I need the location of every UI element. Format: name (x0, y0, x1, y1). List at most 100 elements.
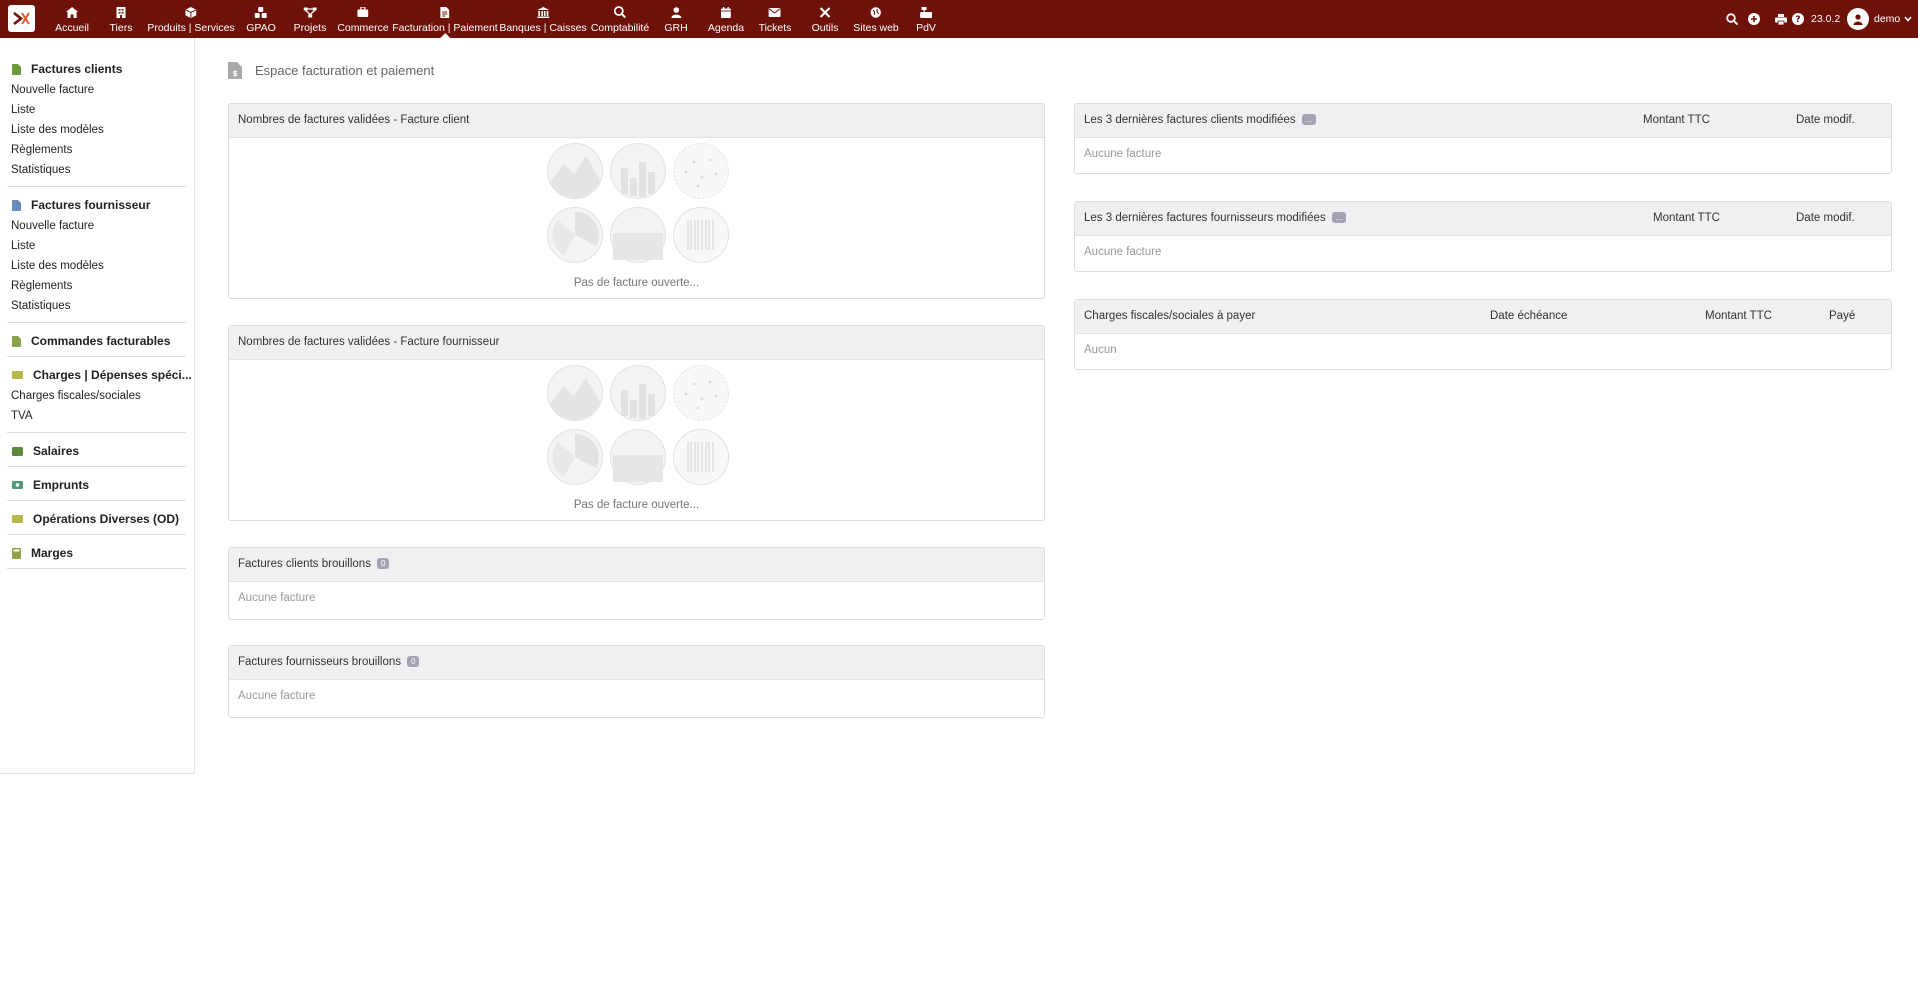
nav-gpao[interactable]: GPAO (246, 0, 276, 38)
nav-pos[interactable]: PdV (916, 0, 936, 38)
quick-add-button[interactable] (1748, 0, 1760, 38)
page-title: Espace facturation et paiement (255, 63, 435, 78)
sidebar-section-salaries[interactable]: Salaires (12, 444, 79, 458)
nav-agenda[interactable]: Agenda (708, 0, 744, 38)
ticket-icon (769, 7, 781, 17)
nav-home[interactable]: Accueil (55, 0, 89, 38)
invoice-dollar-icon: $ (228, 62, 242, 79)
sidebar-section-special-expenses[interactable]: Charges | Dépenses spéci... (12, 368, 192, 382)
sidebar-item-vat[interactable]: TVA (11, 410, 33, 422)
nav-label: Facturation | Paiement (392, 22, 498, 34)
nav-commerce[interactable]: Commerce (337, 0, 389, 38)
tools-icon (819, 6, 831, 18)
sidebar-section-loans[interactable]: Emprunts (12, 478, 89, 492)
box-title: Nombres de factures validées - Facture f… (238, 336, 500, 348)
print-icon (1775, 13, 1787, 25)
sidebar-section-billable-orders[interactable]: Commandes facturables (12, 334, 170, 348)
count-badge[interactable]: 0 (376, 558, 390, 569)
sidebar-divider (7, 322, 186, 323)
nav-label: GPAO (246, 22, 276, 34)
invoice-icon (440, 6, 450, 18)
nav-label: Tiers (109, 22, 133, 34)
area-chart-icon (547, 143, 603, 199)
line-chart-icon (610, 429, 666, 485)
nav-websites[interactable]: Sites web (853, 0, 899, 38)
last-supplier-invoices-box: Les 3 dernières factures fournisseurs mo… (1074, 201, 1892, 272)
sidebar-item-new-supplier-invoice[interactable]: Nouvelle facture (11, 220, 94, 232)
more-badge[interactable]: ... (1331, 212, 1347, 223)
search-icon (1726, 13, 1738, 25)
sidebar-item-customer-stats[interactable]: Statistiques (11, 164, 70, 176)
briefcase-icon (357, 7, 369, 17)
sidebar-item-social-fiscal-charges[interactable]: Charges fiscales/sociales (11, 390, 141, 402)
box-header: Factures fournisseurs brouillons 0 (229, 646, 1044, 680)
calculator-icon (12, 547, 21, 559)
box-header: Factures clients brouillons 0 (229, 548, 1044, 582)
sidebar-divider (7, 500, 186, 501)
user-name: demo (1874, 13, 1901, 25)
box-title: Factures fournisseurs brouillons 0 (238, 656, 420, 668)
left-sidebar: Factures clients Nouvelle facture Liste … (0, 38, 195, 774)
money-icon (12, 515, 23, 523)
more-badge[interactable]: ... (1301, 114, 1317, 125)
nav-label: Accueil (55, 22, 89, 34)
sidebar-item-supplier-stats[interactable]: Statistiques (11, 300, 70, 312)
print-button[interactable] (1775, 0, 1787, 38)
sidebar-item-customer-list[interactable]: Liste (11, 104, 35, 116)
user-icon (1853, 13, 1863, 25)
line-chart-icon (610, 207, 666, 263)
nav-hr[interactable]: GRH (664, 0, 688, 38)
sidebar-item-supplier-templates[interactable]: Liste des modèles (11, 260, 104, 272)
nav-products[interactable]: Produits | Services (147, 0, 235, 38)
search-button[interactable] (1726, 0, 1738, 38)
sidebar-divider (7, 568, 186, 569)
sidebar-item-customer-templates[interactable]: Liste des modèles (11, 124, 104, 136)
column-header-amount: Montant TTC (1705, 310, 1772, 322)
nav-thirdparties[interactable]: Tiers (109, 0, 133, 38)
sidebar-divider (7, 534, 186, 535)
wallet-icon (12, 446, 23, 456)
sidebar-section-margins[interactable]: Marges (12, 546, 73, 560)
nav-projects[interactable]: Projets (293, 0, 327, 38)
scatter-chart-icon (673, 365, 729, 421)
sidebar-item-new-customer-invoice[interactable]: Nouvelle facture (11, 84, 94, 96)
sidebar-section-customer-invoices[interactable]: Factures clients (12, 62, 122, 76)
nav-banks[interactable]: Banques | Caisses (499, 0, 587, 38)
nav-billing[interactable]: Facturation | Paiement (392, 0, 498, 38)
sidebar-item-supplier-payments[interactable]: Règlements (11, 280, 72, 292)
count-badge[interactable]: 0 (407, 656, 420, 667)
nav-label: PdV (916, 22, 936, 34)
help-button[interactable]: ? (1792, 0, 1804, 38)
barcode-chart-icon (673, 207, 729, 263)
pie-chart-icon (547, 429, 603, 485)
invoice-icon (12, 63, 21, 75)
box-header: Nombres de factures validées - Facture f… (229, 326, 1044, 360)
empty-state-text: Pas de facture ouverte... (573, 499, 700, 511)
top-navigation-bar: Accueil Tiers Produits | Services GPAO P… (0, 0, 1918, 38)
app-logo[interactable] (8, 5, 35, 32)
column-header-date: Date modif. (1796, 212, 1855, 224)
avatar (1847, 8, 1869, 30)
nav-label: Outils (811, 22, 839, 34)
nav-label: Projets (293, 22, 327, 34)
empty-state-text: Aucune facture (1084, 246, 1162, 258)
version-text: 23.0.2 (1811, 13, 1841, 25)
nav-label: Sites web (853, 22, 899, 34)
project-icon (303, 7, 317, 17)
bar-chart-icon (610, 143, 666, 199)
sidebar-item-customer-payments[interactable]: Règlements (11, 144, 72, 156)
nav-tools[interactable]: Outils (811, 0, 839, 38)
cubes-icon (255, 6, 267, 18)
empty-state-text: Aucune facture (238, 592, 316, 604)
box-header: Les 3 dernières factures fournisseurs mo… (1075, 202, 1891, 236)
sidebar-section-misc-operations[interactable]: Opérations Diverses (OD) (12, 512, 179, 526)
nav-tickets[interactable]: Tickets (759, 0, 791, 38)
sidebar-item-supplier-list[interactable]: Liste (11, 240, 35, 252)
empty-charts-placeholder (546, 142, 732, 266)
sidebar-section-supplier-invoices[interactable]: Factures fournisseur (12, 198, 150, 212)
user-menu[interactable]: demo (1847, 0, 1912, 38)
nav-label: GRH (664, 22, 688, 34)
nav-label: Banques | Caisses (499, 22, 587, 34)
barcode-chart-icon (673, 429, 729, 485)
nav-accounting[interactable]: Comptabilité (591, 0, 649, 38)
